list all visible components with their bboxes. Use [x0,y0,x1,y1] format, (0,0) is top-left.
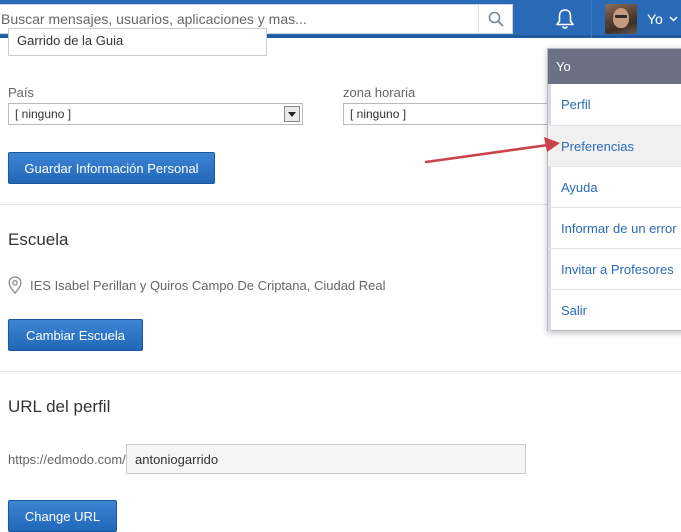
save-personal-info-button[interactable]: Guardar Información Personal [8,152,215,184]
dropdown-title: Yo [548,49,681,84]
search-icon [488,11,503,27]
chevron-down-icon [669,16,678,22]
menu-item-salir[interactable]: Salir [548,289,681,330]
user-dropdown-menu: Yo Perfil Preferencias Ayuda Informar de… [547,48,681,332]
section-divider [0,371,681,372]
user-menu-toggle[interactable]: Yo [605,3,678,35]
change-url-button[interactable]: Change URL [8,500,117,532]
profile-url-heading: URL del perfil [8,397,111,416]
timezone-label: zona horaria [343,85,416,100]
menu-item-perfil[interactable]: Perfil [548,84,681,125]
school-info: IES Isabel Perillan y Quiros Campo De Cr… [8,276,386,294]
dropdown-arrow-icon [284,106,300,122]
menu-item-ayuda[interactable]: Ayuda [548,166,681,207]
last-name-field[interactable]: Garrido de la Guia [8,28,267,56]
profile-url-input[interactable] [126,444,526,474]
notifications-button[interactable] [548,3,582,35]
country-select[interactable]: [ ninguno ] [8,103,303,125]
menu-item-preferencias[interactable]: Preferencias [548,125,681,166]
bell-icon [556,9,574,29]
school-heading: Escuela [8,230,69,249]
country-label: País [8,85,35,100]
user-name: Yo [647,11,663,27]
search-button[interactable] [478,5,512,33]
school-name: IES Isabel Perillan y Quiros Campo De Cr… [30,277,386,293]
timezone-select[interactable]: [ ninguno ] [343,103,547,125]
profile-url-prefix: https://edmodo.com/ [8,452,126,467]
change-school-button[interactable]: Cambiar Escuela [8,319,143,351]
location-pin-icon [8,276,22,294]
topbar-separator [591,0,592,38]
timezone-select-value: [ ninguno ] [350,107,407,121]
annotation-arrow [424,137,560,164]
menu-item-invitar-profesores[interactable]: Invitar a Profesores [548,248,681,289]
avatar [605,4,637,34]
menu-item-informar-error[interactable]: Informar de un error [548,207,681,248]
country-select-value: [ ninguno ] [15,107,72,121]
